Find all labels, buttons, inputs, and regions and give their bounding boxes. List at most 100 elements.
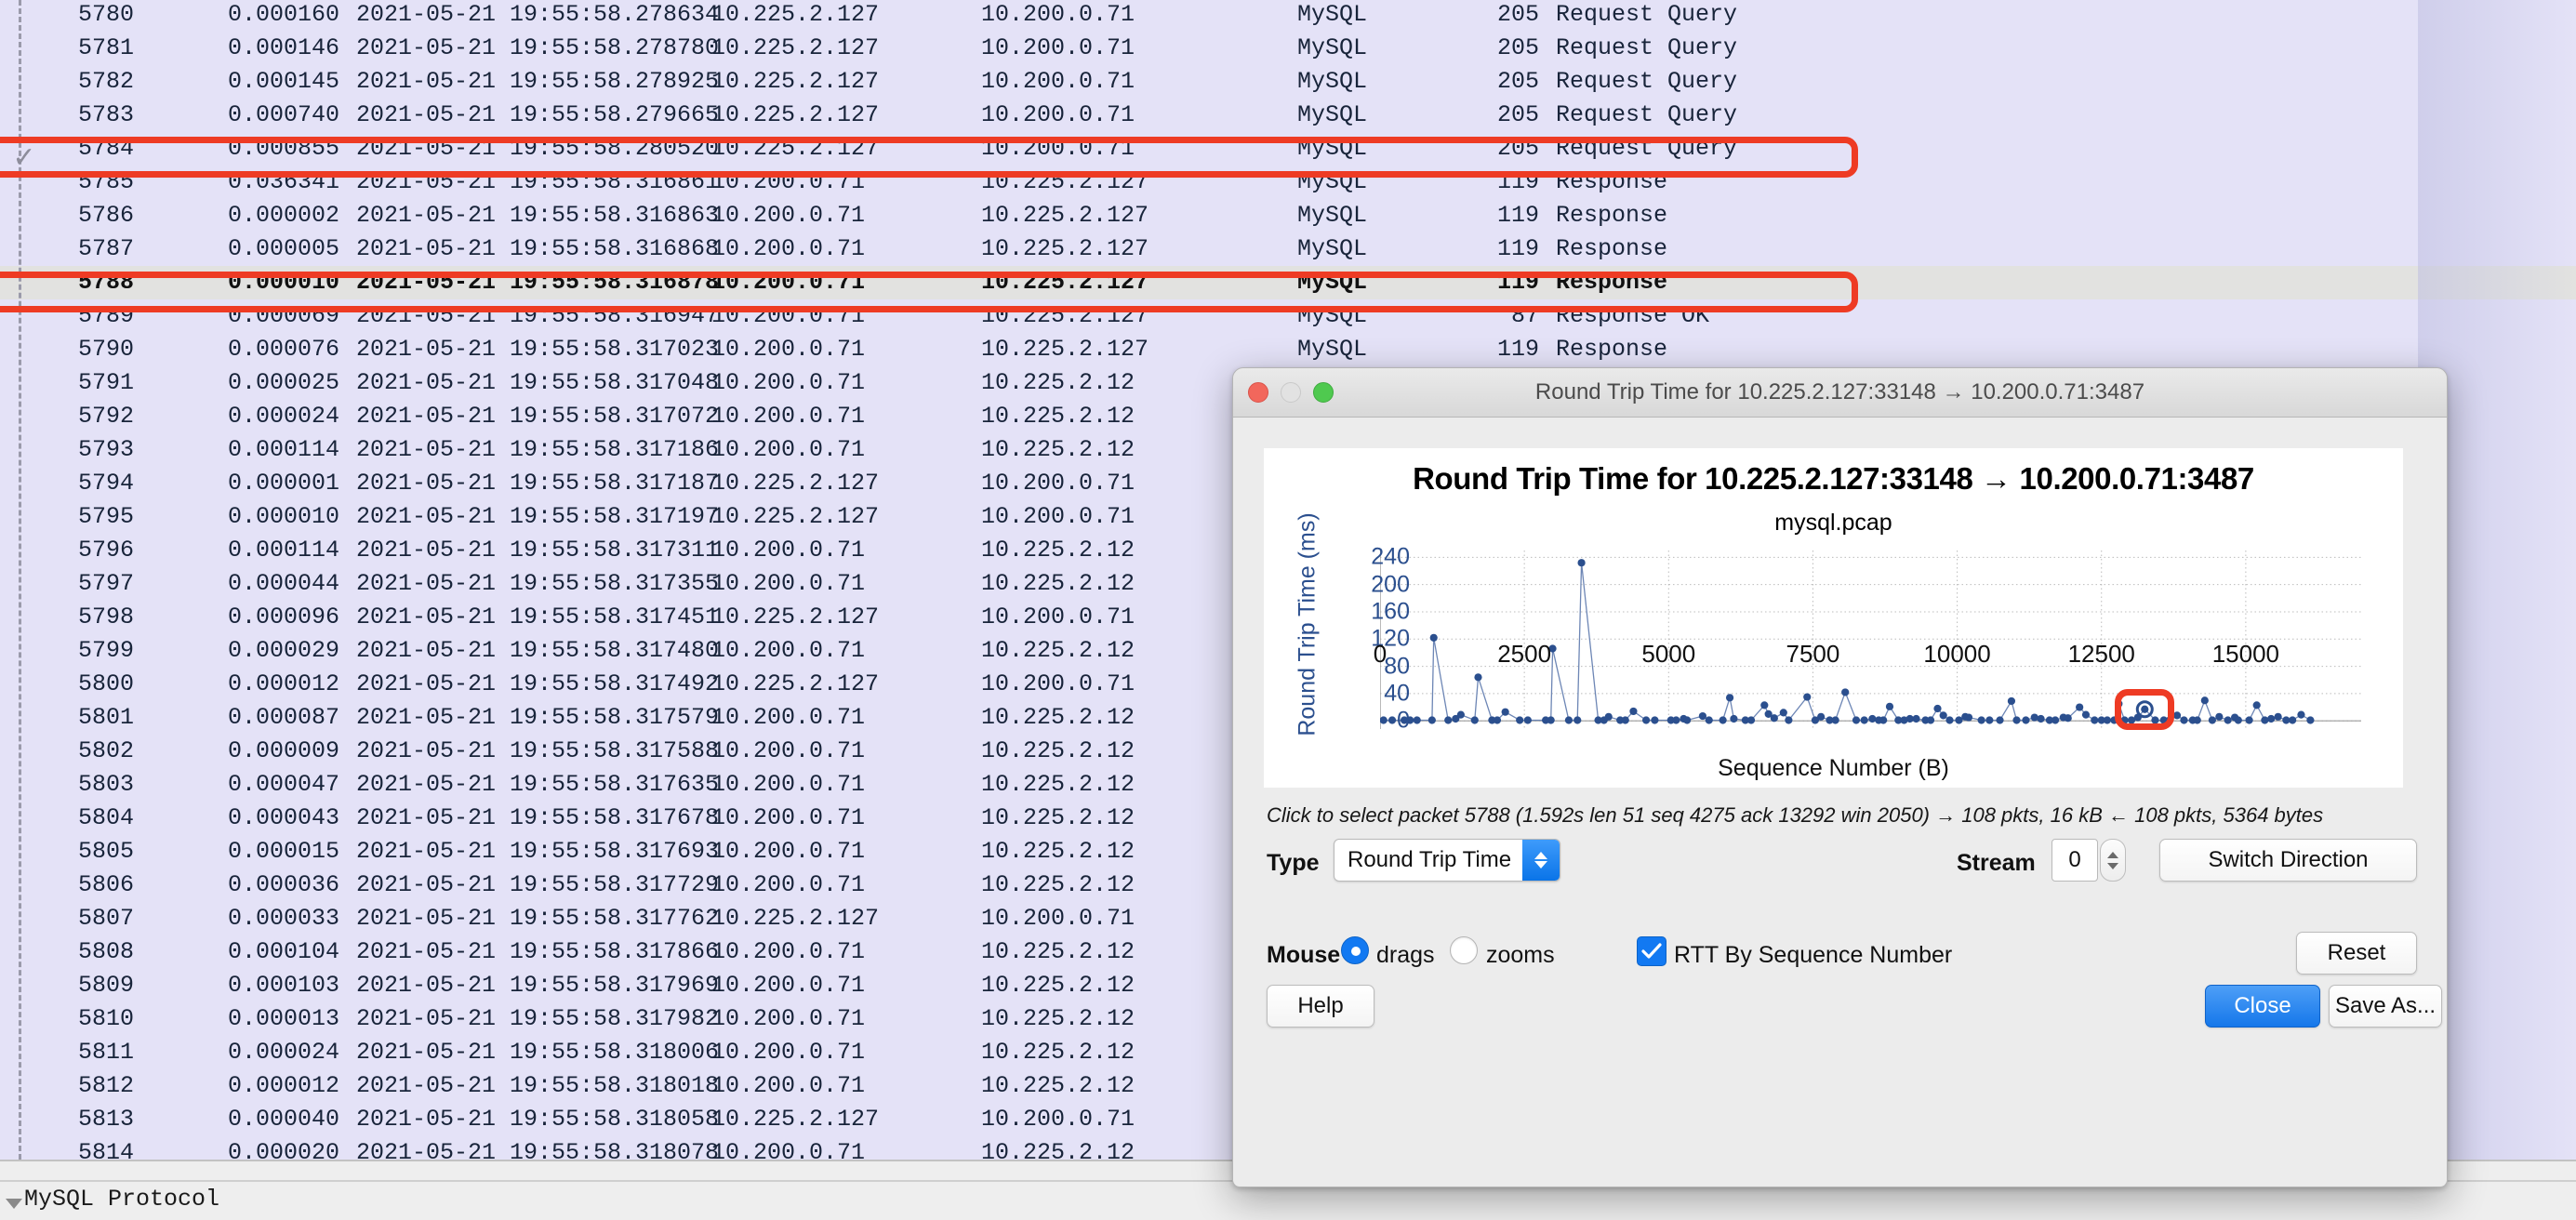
- cell-length: 119: [1496, 168, 1539, 195]
- table-row[interactable]: 5789 0.000069 2021-05-21 19:55:58.31694710…: [0, 299, 2576, 333]
- table-row[interactable]: 5784 0.000855 2021-05-21 19:55:58.28052010…: [0, 132, 2576, 166]
- cell-datetime: 2021-05-21 19:55:58.317186: [356, 436, 720, 463]
- detail-node-label[interactable]: MySQL Protocol: [24, 1186, 219, 1213]
- rtt-by-sequence-checkbox-label[interactable]: RTT By Sequence Number: [1674, 942, 1952, 969]
- cell-source: 10.225.2.127: [711, 603, 880, 630]
- checkmark-icon: [1641, 943, 1662, 959]
- cell-length: 205: [1496, 68, 1539, 95]
- table-row[interactable]: 5782 0.000145 2021-05-21 19:55:58.27892510…: [0, 65, 2576, 99]
- cell-time: 0.000012: [227, 670, 339, 697]
- cell-protocol: MySQL: [1297, 101, 1368, 128]
- cell-datetime: 2021-05-21 19:55:58.317982: [356, 1005, 720, 1032]
- cell-datetime: 2021-05-21 19:55:58.318058: [356, 1106, 720, 1133]
- cell-time: 0.000020: [227, 1139, 339, 1160]
- stream-stepper[interactable]: [2100, 839, 2126, 882]
- close-button[interactable]: Close: [2205, 985, 2320, 1028]
- table-row[interactable]: 5790 0.000076 2021-05-21 19:55:58.31702310…: [0, 333, 2576, 366]
- cell-protocol: MySQL: [1297, 1, 1368, 28]
- radio-mouse-drags-label[interactable]: drags: [1376, 942, 1435, 969]
- cell-time: 0.000076: [227, 336, 339, 363]
- disclosure-triangle-icon[interactable]: [6, 1199, 22, 1209]
- cell-time: 0.000033: [227, 905, 339, 932]
- cell-datetime: 2021-05-21 19:55:58.316878: [356, 269, 720, 296]
- cell-destination: 10.225.2.127: [981, 235, 1149, 262]
- cell-protocol: MySQL: [1297, 269, 1368, 296]
- type-select[interactable]: Round Trip Time: [1334, 839, 1560, 882]
- type-select-value: Round Trip Time: [1348, 847, 1512, 872]
- cell-length: 119: [1496, 336, 1539, 363]
- cell-datetime: 2021-05-21 19:55:58.317635: [356, 771, 720, 798]
- cell-time: 0.000005: [227, 235, 339, 262]
- rtt-by-sequence-checkbox[interactable]: [1637, 936, 1666, 966]
- table-row[interactable]: 5780 0.000160 2021-05-21 19:55:58.27863410…: [0, 0, 2576, 32]
- table-row[interactable]: 5786 0.000002 2021-05-21 19:55:58.31686310…: [0, 199, 2576, 232]
- dialog-titlebar[interactable]: Round Trip Time for 10.225.2.127:33148 →…: [1233, 368, 2447, 418]
- chevron-updown-icon[interactable]: [1522, 840, 1560, 881]
- chart-subtitle: mysql.pcap: [1774, 510, 1892, 536]
- cell-datetime: 2021-05-21 19:55:58.317072: [356, 403, 720, 430]
- switch-direction-button[interactable]: Switch Direction: [2159, 839, 2417, 882]
- chart-x-tick-label: 2500: [1497, 640, 1552, 668]
- chart-x-tick-label: 7500: [1786, 640, 1840, 668]
- cell-time: 0.000024: [227, 1039, 339, 1066]
- cell-destination: 10.200.0.71: [981, 101, 1135, 128]
- cell-time: 0.000001: [227, 470, 339, 497]
- related-packet-tick-icon: ✓: [12, 142, 36, 173]
- cell-time: 0.000024: [227, 403, 339, 430]
- mouse-label: Mouse: [1267, 942, 1341, 968]
- cell-datetime: 2021-05-21 19:55:58.317866: [356, 938, 720, 965]
- cell-time: 0.000029: [227, 637, 339, 664]
- cell-time: 0.000040: [227, 1106, 339, 1133]
- cell-source: 10.200.0.71: [711, 537, 866, 564]
- radio-mouse-zooms-label[interactable]: zooms: [1486, 942, 1555, 969]
- radio-mouse-zooms[interactable]: [1450, 936, 1478, 964]
- cell-destination: 10.225.2.127: [981, 269, 1149, 296]
- stepper-up-icon[interactable]: [2107, 851, 2118, 858]
- cell-destination: 10.225.2.127: [981, 336, 1149, 363]
- cell-source: 10.200.0.71: [711, 972, 866, 999]
- cell-source: 10.200.0.71: [711, 336, 866, 363]
- cell-source: 10.200.0.71: [711, 1039, 866, 1066]
- chart-x-tick-label: 0: [1373, 640, 1388, 668]
- cell-protocol: MySQL: [1297, 202, 1368, 229]
- cell-datetime: 2021-05-21 19:55:58.317197: [356, 503, 720, 530]
- cell-datetime: 2021-05-21 19:55:58.316947: [356, 302, 720, 329]
- cell-datetime: 2021-05-21 19:55:58.317693: [356, 838, 720, 865]
- cell-datetime: 2021-05-21 19:55:58.317762: [356, 905, 720, 932]
- cell-source: 10.225.2.127: [711, 135, 880, 162]
- cell-source: 10.200.0.71: [711, 1005, 866, 1032]
- table-row[interactable]: 5787 0.000005 2021-05-21 19:55:58.31686810…: [0, 232, 2576, 266]
- cell-datetime: 2021-05-21 19:55:58.317480: [356, 637, 720, 664]
- cell-source: 10.225.2.127: [711, 101, 880, 128]
- table-row[interactable]: 5785 0.036341 2021-05-21 19:55:58.31686110…: [0, 166, 2576, 199]
- save-as-button[interactable]: Save As...: [2329, 985, 2442, 1028]
- cell-destination: 10.225.2.127: [981, 202, 1149, 229]
- cell-time: 0.000013: [227, 1005, 339, 1032]
- cell-source: 10.200.0.71: [711, 938, 866, 965]
- table-row[interactable]: 5783 0.000740 2021-05-21 19:55:58.27966510…: [0, 99, 2576, 132]
- cell-length: 119: [1496, 202, 1539, 229]
- cell-datetime: 2021-05-21 19:55:58.316861: [356, 168, 720, 195]
- cell-source: 10.225.2.127: [711, 470, 880, 497]
- chart-title: Round Trip Time for 10.225.2.127:33148 →…: [1413, 461, 2254, 496]
- cell-length: 205: [1496, 135, 1539, 162]
- cell-info: Request Query: [1556, 135, 1738, 162]
- cell-datetime: 2021-05-21 19:55:58.317451: [356, 603, 720, 630]
- help-button[interactable]: Help: [1267, 985, 1374, 1028]
- cell-protocol: MySQL: [1297, 135, 1368, 162]
- cell-datetime: 2021-05-21 19:55:58.278634: [356, 1, 720, 28]
- stream-input[interactable]: 0: [2052, 839, 2098, 882]
- chart-y-tick-label: 40: [1384, 680, 1410, 707]
- table-row[interactable]: 5788 0.000010 2021-05-21 19:55:58.31687810…: [0, 266, 2576, 299]
- cell-length: 119: [1496, 235, 1539, 262]
- round-trip-time-dialog[interactable]: Round Trip Time for 10.225.2.127:33148 →…: [1232, 367, 2448, 1187]
- rtt-chart[interactable]: Round Trip Time for 10.225.2.127:33148 →…: [1264, 448, 2403, 788]
- cell-info: Response: [1556, 168, 1668, 195]
- table-row[interactable]: 5781 0.000146 2021-05-21 19:55:58.27878010…: [0, 32, 2576, 65]
- cell-info: Response OK: [1556, 302, 1710, 329]
- radio-mouse-drags[interactable]: [1341, 936, 1369, 964]
- reset-button[interactable]: Reset: [2296, 932, 2417, 975]
- stepper-down-icon[interactable]: [2107, 862, 2118, 869]
- cell-destination: 10.200.0.71: [981, 68, 1135, 95]
- cell-destination: 10.225.2.127: [981, 302, 1149, 329]
